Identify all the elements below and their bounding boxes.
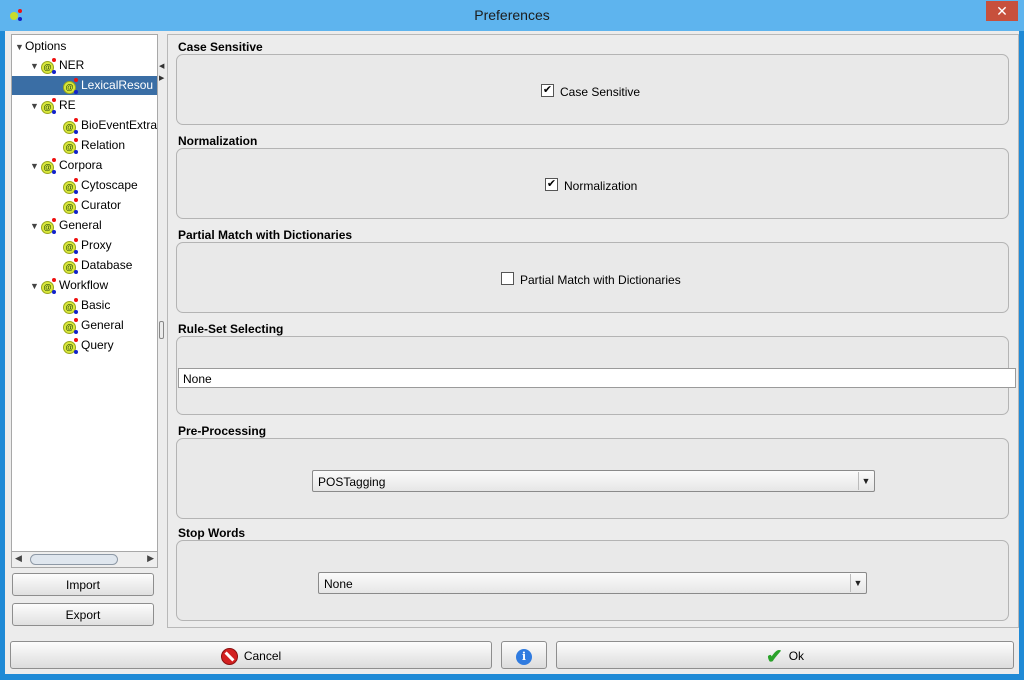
at-node-icon: @ — [62, 197, 78, 214]
tree-group-ner[interactable]: ▼ @ NER — [30, 56, 84, 75]
section-title-normalization: Normalization — [178, 134, 258, 148]
case-sensitive-checkbox[interactable]: ✔ Case Sensitive — [541, 84, 640, 99]
tree-item-cytoscape[interactable]: @ Cytoscape — [62, 176, 138, 195]
tree-horizontal-scrollbar[interactable]: ◀ ▶ — [11, 551, 158, 568]
options-tree[interactable]: ▼Options ▼ @ NER @ LexicalResou ▼ @ RE @ BioEv… — [11, 34, 158, 556]
tree-item-bioeventextra[interactable]: @ BioEventExtra — [62, 116, 157, 135]
section-title-pre-processing: Pre-Processing — [178, 424, 267, 438]
tree-item-lexicalresou[interactable]: @ LexicalResou — [12, 76, 157, 95]
settings-panel: Case Sensitive ✔ Case Sensitive Normaliza… — [167, 34, 1019, 628]
pre-processing-select[interactable]: POSTagging ▼ — [312, 470, 875, 492]
tree-item-query[interactable]: @ Query — [62, 336, 114, 355]
tree-group-corpora[interactable]: ▼ @ Corpora — [30, 156, 102, 175]
at-node-icon: @ — [62, 137, 78, 154]
at-node-icon: @ — [40, 277, 56, 294]
split-pane-divider[interactable]: ◀ ▶ — [156, 31, 166, 631]
pre-processing-group: POSTagging ▼ — [176, 438, 1009, 519]
info-icon: i — [516, 648, 532, 665]
normalization-checkbox[interactable]: ✔ Normalization — [545, 178, 637, 193]
import-button[interactable]: Import — [12, 573, 154, 596]
checkbox-checked-icon[interactable]: ✔ — [545, 178, 558, 192]
expand-arrow-icon[interactable]: ▼ — [30, 97, 40, 116]
at-node-icon: @ — [40, 217, 56, 234]
at-node-icon: @ — [40, 57, 56, 74]
at-node-icon: @ — [62, 237, 78, 254]
normalization-group: ✔ Normalization — [176, 148, 1009, 219]
export-button[interactable]: Export — [12, 603, 154, 626]
title-bar: Preferences ✕ — [0, 0, 1024, 31]
expand-arrow-icon[interactable]: ▼ — [30, 57, 40, 76]
partial-match-group: Partial Match with Dictionaries — [176, 242, 1009, 313]
at-node-icon: @ — [62, 337, 78, 354]
at-node-icon: @ — [40, 157, 56, 174]
tree-item-relation[interactable]: @ Relation — [62, 136, 125, 155]
at-node-icon: @ — [62, 177, 78, 194]
tree-group-general[interactable]: ▼ @ General — [30, 216, 102, 235]
section-title-stop-words: Stop Words — [178, 526, 246, 540]
cancel-icon — [220, 648, 238, 666]
dropdown-arrow-icon[interactable]: ▼ — [858, 472, 873, 490]
case-sensitive-group: ✔ Case Sensitive — [176, 54, 1009, 125]
scroll-right-icon[interactable]: ▶ — [147, 553, 154, 564]
tree-group-re[interactable]: ▼ @ RE — [30, 96, 76, 115]
rule-set-field[interactable]: None — [178, 368, 1016, 388]
at-node-icon: @ — [40, 97, 56, 114]
close-button[interactable]: ✕ — [986, 1, 1018, 21]
section-title-partial-match: Partial Match with Dictionaries — [178, 228, 353, 242]
scrollbar-thumb[interactable] — [30, 554, 118, 565]
info-button[interactable]: i — [501, 641, 547, 669]
cancel-button[interactable]: Cancel — [10, 641, 492, 669]
tree-item-proxy[interactable]: @ Proxy — [62, 236, 112, 255]
section-title-case-sensitive: Case Sensitive — [178, 40, 263, 54]
expand-arrow-icon[interactable]: ▼ — [30, 277, 40, 296]
tree-item-database[interactable]: @ Database — [62, 256, 132, 275]
dropdown-arrow-icon[interactable]: ▼ — [850, 574, 865, 592]
expand-right-icon[interactable]: ▶ — [159, 74, 164, 82]
divider-grip-icon[interactable] — [159, 321, 164, 339]
tree-item-curator[interactable]: @ Curator — [62, 196, 121, 215]
tree-item-general[interactable]: @ General — [62, 316, 124, 335]
expand-arrow-icon[interactable]: ▼ — [30, 217, 40, 236]
at-node-icon: @ — [62, 257, 78, 274]
stop-words-select[interactable]: None ▼ — [318, 572, 867, 594]
tree-item-basic[interactable]: @ Basic — [62, 296, 110, 315]
at-node-icon: @ — [62, 117, 78, 134]
section-title-rule-set: Rule-Set Selecting — [178, 322, 284, 336]
at-node-icon: @ — [62, 317, 78, 334]
collapse-left-icon[interactable]: ◀ — [159, 62, 164, 70]
checkbox-checked-icon[interactable]: ✔ — [541, 84, 554, 98]
scroll-left-icon[interactable]: ◀ — [15, 553, 22, 564]
at-node-icon: @ — [62, 77, 78, 94]
tree-root[interactable]: ▼Options — [15, 37, 66, 56]
partial-match-checkbox[interactable]: Partial Match with Dictionaries — [501, 272, 681, 287]
expand-arrow-icon[interactable]: ▼ — [15, 38, 25, 57]
window-title: Preferences — [474, 7, 550, 23]
ok-button[interactable]: ✔ Ok — [556, 641, 1014, 669]
checkbox-unchecked-icon[interactable] — [501, 272, 514, 286]
at-node-icon: @ — [62, 297, 78, 314]
dialog-body: ▼Options ▼ @ NER @ LexicalResou ▼ @ RE @ BioEv… — [5, 31, 1019, 674]
expand-arrow-icon[interactable]: ▼ — [30, 157, 40, 176]
tree-group-workflow[interactable]: ▼ @ Workflow — [30, 276, 108, 295]
checkmark-icon: ✔ — [765, 645, 783, 668]
stop-words-group: None ▼ — [176, 540, 1009, 621]
